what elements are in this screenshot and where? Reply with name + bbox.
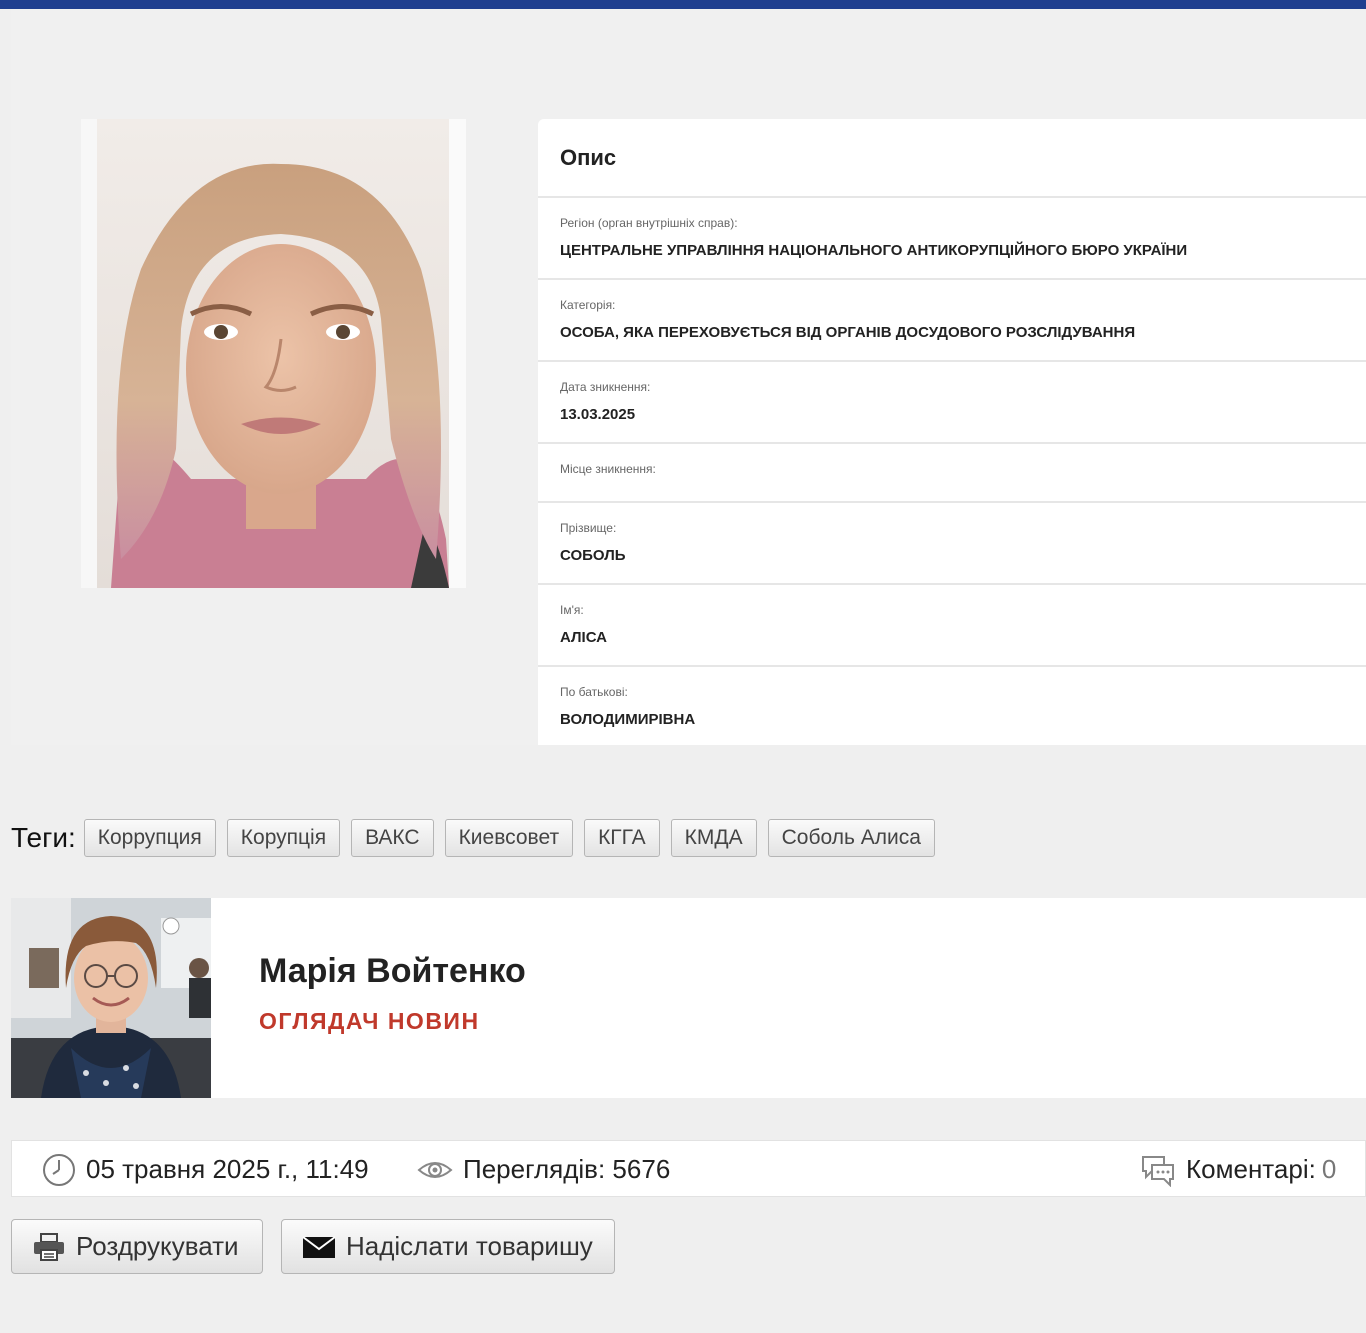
author-name[interactable]: Марія Войтенко — [259, 952, 526, 991]
field-region: Регіон (орган внутрішніх справ): ЦЕНТРАЛ… — [538, 198, 1366, 280]
field-patronymic: По батькові: ВОЛОДИМИРІВНА — [538, 667, 1366, 745]
description-title: Опис — [560, 145, 617, 170]
comments-count: 0 — [1321, 1154, 1337, 1184]
field-missing-date: Дата зникнення: 13.03.2025 — [538, 362, 1366, 444]
tag-link[interactable]: ВАКС — [351, 819, 434, 857]
field-label: Ім'я: — [560, 603, 584, 617]
field-surname: Прізвище: СОБОЛЬ — [538, 503, 1366, 585]
author-avatar[interactable] — [11, 898, 211, 1098]
send-label: Надіслати товаришу — [346, 1231, 593, 1261]
author-role: ОГЛЯДАЧ НОВИН — [259, 1008, 480, 1034]
field-category: Категорія: ОСОБА, ЯКА ПЕРЕХОВУЄТЬСЯ ВІД … — [538, 280, 1366, 362]
publish-date: 05 травня 2025 г., 11:49 — [42, 1141, 369, 1198]
tags-label: Теги: — [11, 822, 76, 853]
tag-link[interactable]: Соболь Алиса — [767, 819, 935, 857]
field-label: Дата зникнення: — [560, 380, 651, 394]
field-label: По батькові: — [560, 685, 628, 699]
views-text: Переглядів: 5676 — [463, 1154, 671, 1184]
field-label: Місце зникнення: — [560, 462, 656, 476]
tag-link[interactable]: КМДА — [670, 819, 757, 857]
field-label: Регіон (орган внутрішніх справ): — [560, 216, 738, 230]
views-count: Переглядів: 5676 — [417, 1141, 670, 1198]
print-button[interactable]: Роздрукувати — [11, 1219, 263, 1274]
envelope-icon — [302, 1235, 336, 1258]
clock-icon — [43, 1153, 75, 1186]
description-panel: Опис Регіон (орган внутрішніх справ): ЦЕ… — [538, 119, 1366, 745]
printer-icon — [34, 1232, 64, 1261]
person-photo — [81, 119, 466, 588]
field-value: ВОЛОДИМИРІВНА — [560, 711, 696, 728]
comments-link[interactable]: Коментарі: 0 — [1140, 1141, 1336, 1198]
tag-link[interactable]: Коррупция — [83, 819, 216, 857]
field-value: 13.03.2025 — [560, 406, 636, 423]
field-label: Категорія: — [560, 298, 616, 312]
tag-link[interactable]: Корупція — [226, 819, 341, 857]
field-value: ОСОБА, ЯКА ПЕРЕХОВУЄТЬСЯ ВІД ОРГАНІВ ДОС… — [560, 324, 1136, 341]
tags-row: Теги: Коррупция Корупція ВАКС Киевсовет … — [11, 818, 946, 858]
publish-date-text: 05 травня 2025 г., 11:49 — [86, 1154, 369, 1184]
field-first-name: Ім'я: АЛІСА — [538, 585, 1366, 667]
wanted-person-card: Опис Регіон (орган внутрішніх справ): ЦЕ… — [11, 9, 1366, 745]
print-label: Роздрукувати — [76, 1231, 239, 1261]
tag-link[interactable]: Киевсовет — [444, 819, 574, 857]
top-accent-bar — [0, 0, 1366, 9]
field-missing-place: Місце зникнення: — [538, 444, 1366, 503]
comments-label: Коментарі: — [1186, 1154, 1316, 1184]
tag-link[interactable]: КГГА — [584, 819, 660, 857]
comments-icon — [1142, 1155, 1174, 1187]
field-value: ЦЕНТРАЛЬНЕ УПРАВЛІННЯ НАЦІОНАЛЬНОГО АНТИ… — [560, 242, 1188, 259]
eye-icon — [417, 1161, 453, 1178]
field-value: АЛІСА — [560, 629, 607, 646]
field-label: Прізвище: — [560, 521, 617, 535]
send-to-friend-button[interactable]: Надіслати товаришу — [281, 1219, 615, 1274]
article-meta-bar: 05 травня 2025 г., 11:49 Переглядів: 567… — [11, 1140, 1366, 1197]
author-card: Марія Войтенко ОГЛЯДАЧ НОВИН — [11, 898, 1366, 1098]
field-value: СОБОЛЬ — [560, 547, 626, 564]
